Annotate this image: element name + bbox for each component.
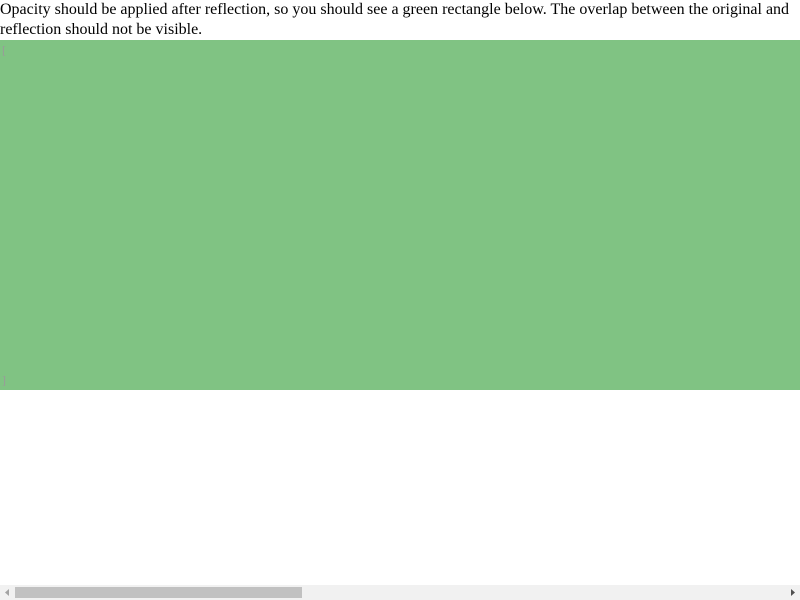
bottom-marker: ] bbox=[2, 373, 6, 387]
scroll-left-icon[interactable] bbox=[0, 585, 15, 600]
scrollbar-thumb[interactable] bbox=[15, 587, 302, 598]
top-marker: [ bbox=[2, 43, 6, 57]
horizontal-scrollbar[interactable] bbox=[0, 585, 800, 600]
scroll-right-icon[interactable] bbox=[785, 585, 800, 600]
green-rectangle: [ ] bbox=[0, 40, 800, 390]
test-description: Opacity should be applied after reflecti… bbox=[0, 1, 790, 38]
